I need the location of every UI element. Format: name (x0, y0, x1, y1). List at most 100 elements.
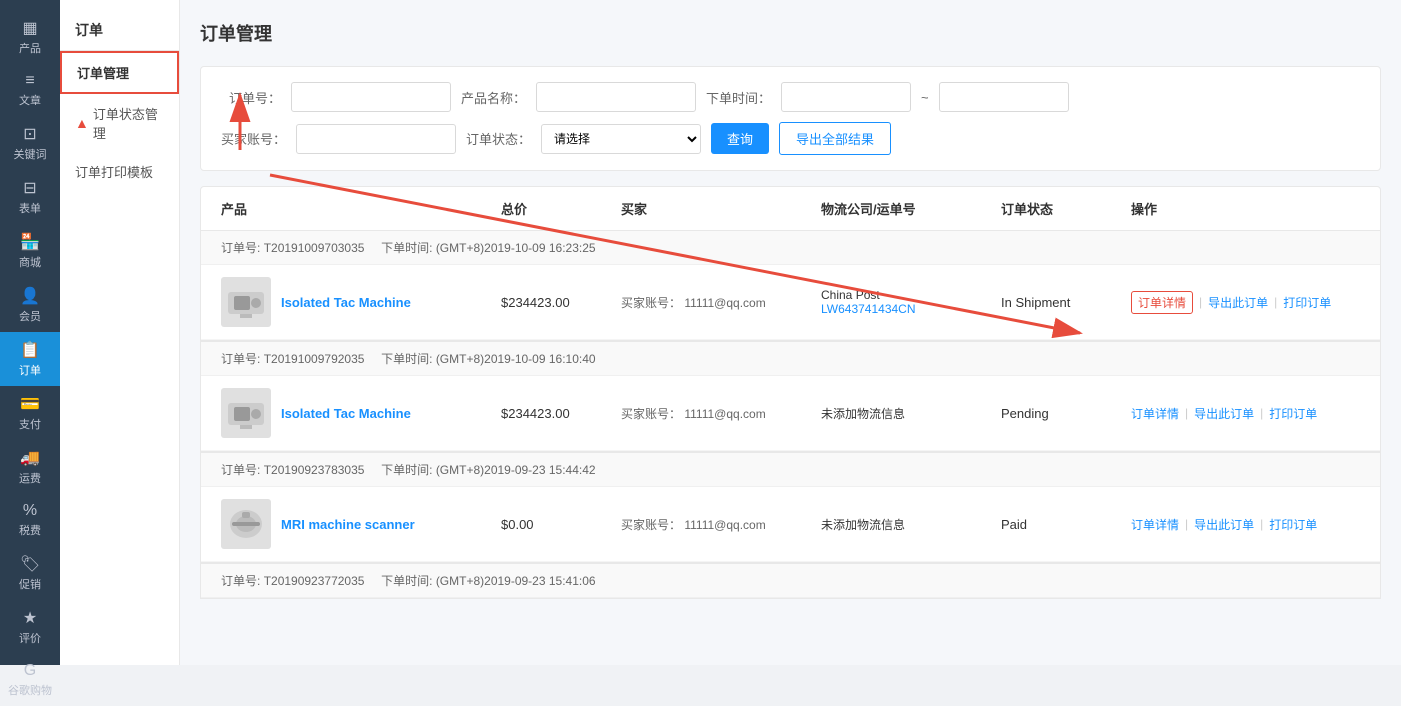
sidebar-item-products[interactable]: ▦ 产品 (0, 10, 60, 64)
order-no-3: T20190923783035 (264, 463, 365, 477)
order-status-select[interactable]: 请选择 Pending Paid In Shipment (541, 124, 701, 154)
order-group-1: 订单号: T20191009703035 下单时间: (GMT+8)2019-1… (200, 231, 1381, 341)
product-name-input[interactable] (536, 82, 696, 112)
order-meta-4: 订单号: T20190923772035 下单时间: (GMT+8)2019-0… (201, 564, 1380, 598)
store-icon: 🏪 (20, 232, 40, 252)
arrow-icon: ▲ (75, 115, 89, 131)
export-all-button[interactable]: 导出全部结果 (779, 122, 891, 155)
order-item-row-3: MRI machine scanner $0.00 买家账号： 11111@qq… (201, 487, 1380, 562)
order-no-4: T20190923772035 (264, 574, 365, 588)
col-price: 总价 (501, 199, 621, 218)
sidebar-item-members[interactable]: 👤 会员 (0, 278, 60, 332)
order-detail-link-3[interactable]: 订单详情 (1131, 516, 1179, 533)
sidebar-item-payment[interactable]: 💳 支付 (0, 386, 60, 440)
order-meta-1: 订单号: T20191009703035 下单时间: (GMT+8)2019-1… (201, 231, 1380, 265)
order-group-2: 订单号: T20191009792035 下单时间: (GMT+8)2019-1… (200, 341, 1381, 452)
sidebar-item-shipping[interactable]: 🚚 运费 (0, 440, 60, 494)
filter-bar: 订单号： 产品名称： 下单时间： ~ 买家账号： 订单状态： 请选择 Pendi… (200, 66, 1381, 171)
print-order-link-3[interactable]: 打印订单 (1269, 516, 1317, 533)
orders-table: 产品 总价 买家 物流公司/运单号 订单状态 操作 订单号: T20191009… (200, 186, 1381, 599)
products-icon: ▦ (22, 18, 37, 38)
price-cell-3: $0.00 (501, 517, 621, 532)
action-cell-3: 订单详情 | 导出此订单 | 打印订单 (1131, 516, 1331, 533)
query-button[interactable]: 查询 (711, 123, 769, 154)
price-cell-2: $234423.00 (501, 406, 621, 421)
shipping-icon: 🚚 (20, 448, 40, 468)
logistics-cell-1: China Post LW643741434CN (821, 288, 1001, 316)
order-time-1: (GMT+8)2019-10-09 16:23:25 (436, 241, 596, 255)
keywords-icon: ⊡ (23, 124, 36, 144)
page-title: 订单管理 (200, 20, 1381, 46)
sidebar-item-keywords[interactable]: ⊡ 关键词 (0, 116, 60, 170)
order-time-3: (GMT+8)2019-09-23 15:44:42 (436, 463, 596, 477)
product-name-label: 产品名称： (461, 88, 526, 107)
buyer-account-label: 买家账号： (221, 129, 286, 148)
col-actions: 操作 (1131, 199, 1331, 218)
order-no-1: T20191009703035 (264, 241, 365, 255)
sidebar-item-articles[interactable]: ≡ 文章 (0, 64, 60, 116)
order-group-3: 订单号: T20190923783035 下单时间: (GMT+8)2019-0… (200, 452, 1381, 563)
buyer-cell-3: 买家账号： 11111@qq.com (621, 516, 821, 533)
sidebar-item-order-status[interactable]: ▲ 订单状态管理 (60, 94, 179, 152)
main-content: 订单管理 订单号： 产品名称： 下单时间： ~ 买家账号： 订单状态： 请选择 … (180, 0, 1401, 665)
order-time-label: 下单时间： (706, 88, 771, 107)
order-item-row-1: Isolated Tac Machine $234423.00 买家账号： 11… (201, 265, 1380, 340)
export-order-link-2[interactable]: 导出此订单 (1194, 405, 1254, 422)
export-order-link-1[interactable]: 导出此订单 (1208, 294, 1268, 311)
action-cell-1: 订单详情 | 导出此订单 | 打印订单 (1131, 291, 1331, 314)
sidebar-item-store[interactable]: 🏪 商城 (0, 224, 60, 278)
order-no-prefix-4: 订单号: (221, 574, 260, 588)
order-time-start-input[interactable] (781, 82, 911, 112)
logistics-cell-3: 未添加物流信息 (821, 516, 1001, 533)
product-image-1 (221, 277, 271, 327)
forms-icon: ⊟ (23, 178, 36, 198)
text-sidebar-header: 订单 (60, 10, 179, 51)
orders-icon: 📋 (20, 340, 40, 360)
order-detail-link-2[interactable]: 订单详情 (1131, 405, 1179, 422)
sidebar-item-tax[interactable]: % 税费 (0, 494, 60, 546)
order-time-prefix: 下单时间: (381, 241, 432, 255)
order-meta-3: 订单号: T20190923783035 下单时间: (GMT+8)2019-0… (201, 453, 1380, 487)
order-group-4: 订单号: T20190923772035 下单时间: (GMT+8)2019-0… (200, 563, 1381, 599)
order-meta-2: 订单号: T20191009792035 下单时间: (GMT+8)2019-1… (201, 342, 1380, 376)
order-no-2: T20191009792035 (264, 352, 365, 366)
col-product: 产品 (221, 199, 501, 218)
articles-icon: ≡ (25, 72, 34, 90)
status-cell-1: In Shipment (1001, 295, 1131, 310)
product-cell-3: MRI machine scanner (221, 499, 501, 549)
reviews-icon: ★ (23, 608, 37, 628)
export-order-link-3[interactable]: 导出此订单 (1194, 516, 1254, 533)
order-time-4: (GMT+8)2019-09-23 15:41:06 (436, 574, 596, 588)
order-time-end-input[interactable] (939, 82, 1069, 112)
print-order-link-2[interactable]: 打印订单 (1269, 405, 1317, 422)
price-cell-1: $234423.00 (501, 295, 621, 310)
buyer-cell-2: 买家账号： 11111@qq.com (621, 405, 821, 422)
order-no-prefix: 订单号: (221, 241, 260, 255)
filter-row-2: 买家账号： 订单状态： 请选择 Pending Paid In Shipment… (221, 122, 1360, 155)
text-sidebar: 订单 订单管理 ▲ 订单状态管理 订单打印模板 (60, 0, 180, 665)
sidebar-item-print-template[interactable]: 订单打印模板 (60, 152, 179, 191)
product-name-3[interactable]: MRI machine scanner (281, 517, 415, 532)
buyer-account-input[interactable] (296, 124, 456, 154)
order-detail-link-1[interactable]: 订单详情 (1131, 291, 1193, 314)
sidebar-item-forms[interactable]: ⊟ 表单 (0, 170, 60, 224)
sidebar-item-order-management[interactable]: 订单管理 (60, 51, 179, 94)
order-time-2: (GMT+8)2019-10-09 16:10:40 (436, 352, 596, 366)
sidebar-item-google-shopping[interactable]: G 谷歌购物 (0, 654, 60, 706)
product-cell-2: Isolated Tac Machine (221, 388, 501, 438)
product-name-2[interactable]: Isolated Tac Machine (281, 406, 411, 421)
print-order-link-1[interactable]: 打印订单 (1283, 294, 1331, 311)
sidebar-item-reviews[interactable]: ★ 评价 (0, 600, 60, 654)
tax-icon: % (23, 502, 37, 520)
filter-row-1: 订单号： 产品名称： 下单时间： ~ (221, 82, 1360, 112)
sidebar-item-promotions[interactable]: 🏷 促销 (0, 546, 60, 600)
order-no-input[interactable] (291, 82, 451, 112)
action-cell-2: 订单详情 | 导出此订单 | 打印订单 (1131, 405, 1331, 422)
buyer-cell-1: 买家账号： 11111@qq.com (621, 294, 821, 311)
icon-sidebar: ▦ 产品 ≡ 文章 ⊡ 关键词 ⊟ 表单 🏪 商城 👤 会员 📋 订单 💳 支付… (0, 0, 60, 665)
product-image-3 (221, 499, 271, 549)
product-name-1[interactable]: Isolated Tac Machine (281, 295, 411, 310)
sidebar-item-orders[interactable]: 📋 订单 (0, 332, 60, 386)
order-no-label: 订单号： (221, 88, 281, 107)
order-time-prefix-4: 下单时间: (381, 574, 432, 588)
